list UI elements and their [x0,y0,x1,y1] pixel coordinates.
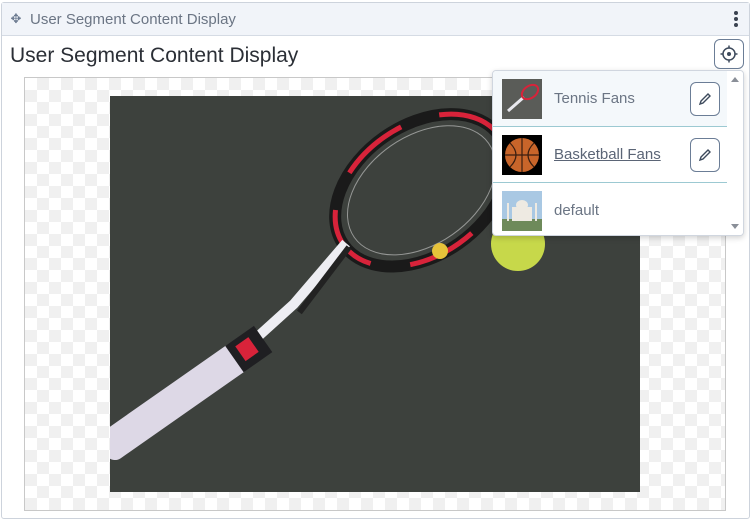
popover-scrollbar[interactable] [727,71,743,235]
move-icon[interactable]: ✥ [2,11,30,27]
segment-item-basketball-fans[interactable]: Basketball Fans [493,127,727,182]
portlet-topbar: ✥ User Segment Content Display [2,3,749,36]
edit-segment-button[interactable] [690,138,720,172]
segment-popover: Tennis Fans Basketball Fans default [492,70,744,236]
segment-label: Tennis Fans [554,90,635,107]
edit-segment-button[interactable] [690,82,720,116]
target-icon [720,45,738,63]
scroll-down-icon[interactable] [731,224,739,229]
segment-label: default [554,202,600,219]
segment-selector-button[interactable] [714,39,744,69]
segment-item-default[interactable]: default [493,183,727,235]
kebab-menu-icon[interactable] [733,11,739,27]
taj-mahal-thumbnail [502,190,542,231]
pencil-icon [698,149,711,162]
topbar-title: User Segment Content Display [30,10,236,28]
scroll-up-icon[interactable] [731,77,739,82]
page-title: User Segment Content Display [10,44,299,67]
segment-label[interactable]: Basketball Fans [554,146,661,163]
segment-item-tennis-fans[interactable]: Tennis Fans [493,71,727,126]
basketball-thumbnail [502,134,542,175]
pencil-icon [698,93,711,106]
tennis-racket-thumbnail [502,78,542,119]
